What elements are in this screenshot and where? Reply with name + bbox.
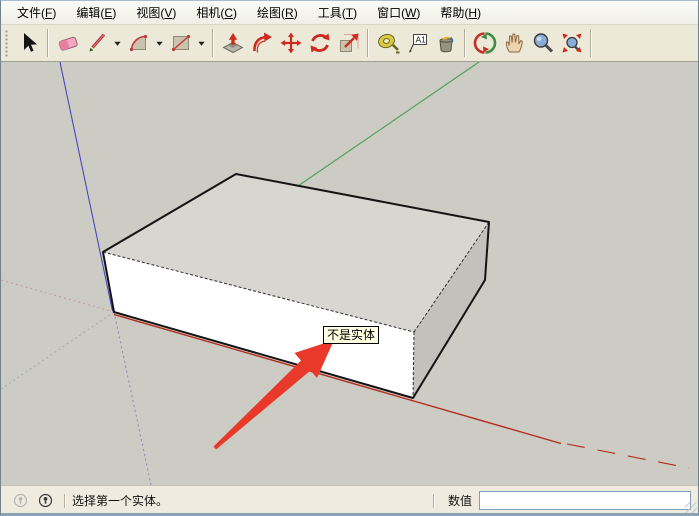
menu-item-F[interactable]: 文件(F) [9, 2, 64, 23]
tape-measure-tool-button[interactable] [373, 28, 402, 58]
line-tool-icon [85, 31, 109, 55]
toolbar-grip-handle[interactable] [5, 29, 10, 57]
svg-text:A1: A1 [415, 35, 426, 45]
select-tool-icon [17, 31, 41, 55]
pushpull-tool-button[interactable] [218, 28, 247, 58]
arc-tool-dropdown[interactable] [153, 28, 166, 58]
toolbar-separator [464, 29, 466, 57]
measurement-input[interactable] [479, 491, 691, 510]
menu-item-V[interactable]: 视图(V) [128, 2, 184, 23]
status-separator [64, 493, 66, 508]
rotate-tool-icon [308, 31, 332, 55]
green-axis-negative [1, 311, 115, 390]
move-tool-icon [279, 31, 303, 55]
shape-tool-dropdown[interactable] [195, 28, 208, 58]
zoom-extents-tool-button[interactable] [557, 28, 586, 58]
status-separator [432, 493, 435, 508]
zoom-tool-button[interactable] [528, 28, 557, 58]
pan-tool-button[interactable] [499, 28, 528, 58]
window-resize-grip[interactable] [685, 502, 697, 513]
menu-item-E[interactable]: 编辑(E) [68, 2, 124, 23]
chevron-down-icon [197, 39, 206, 48]
followme-tool-icon [250, 31, 274, 55]
toolbar-separator [590, 29, 592, 57]
blue-axis [59, 62, 113, 312]
paint-bucket-tool-button[interactable] [431, 28, 460, 58]
chevron-down-icon [155, 39, 164, 48]
text-tool-button[interactable]: A1 [402, 28, 431, 58]
scale-tool-button[interactable] [334, 28, 363, 58]
pushpull-tool-icon [221, 31, 245, 55]
menu-bar: 文件(F) 编辑(E) 视图(V) 相机(C) 绘图(R) 工具(T) 窗口(W) 帮助(H) [1, 1, 698, 25]
zoom-extents-tool-icon [560, 31, 584, 55]
orbit-tool-button[interactable] [470, 28, 499, 58]
rotate-tool-button[interactable] [305, 28, 334, 58]
viewport-canvas[interactable]: 不是实体 [1, 62, 698, 485]
shape-tool-icon [169, 31, 193, 55]
status-bar: 选择第一个实体。 数值 [1, 485, 698, 513]
menu-item-H[interactable]: 帮助(H) [432, 2, 489, 23]
measurement-label: 数值 [447, 494, 472, 508]
toolbar: A1 [1, 25, 698, 62]
scale-tool-icon [337, 31, 361, 55]
toolbar-separator [367, 29, 369, 57]
menu-item-W[interactable]: 窗口(W) [369, 2, 428, 23]
model-scene [1, 62, 690, 485]
toolbar-separator [47, 29, 49, 57]
eraser-tool-button[interactable] [53, 28, 82, 58]
tape-measure-tool-icon [376, 31, 400, 55]
status-help-icon[interactable] [13, 493, 28, 508]
measurement-box: 数值 [427, 491, 691, 510]
zoom-tool-icon [531, 31, 555, 55]
red-axis-far-dashed [566, 443, 690, 469]
arc-tool-icon [127, 31, 151, 55]
eraser-tool-icon [56, 31, 80, 55]
line-tool-dropdown[interactable] [111, 28, 124, 58]
toolbar-separator [212, 29, 214, 57]
move-tool-button[interactable] [276, 28, 305, 58]
followme-tool-button[interactable] [247, 28, 276, 58]
blue-axis-negative [113, 311, 152, 485]
pan-tool-icon [502, 31, 526, 55]
status-message: 选择第一个实体。 [72, 494, 169, 508]
orbit-tool-icon [473, 31, 497, 55]
red-axis-negative [1, 279, 115, 313]
text-tool-icon: A1 [405, 31, 429, 55]
line-tool-button[interactable] [82, 28, 111, 58]
select-tool-button[interactable] [14, 28, 43, 58]
shape-tool-button[interactable] [166, 28, 195, 58]
status-info-icon[interactable] [38, 493, 53, 508]
arc-tool-button[interactable] [124, 28, 153, 58]
menu-item-C[interactable]: 相机(C) [188, 2, 245, 23]
menu-item-T[interactable]: 工具(T) [310, 2, 365, 23]
menu-item-R[interactable]: 绘图(R) [249, 2, 306, 23]
sketchup-window: 文件(F) 编辑(E) 视图(V) 相机(C) 绘图(R) 工具(T) 窗口(W) 帮助(H)… [0, 0, 699, 516]
chevron-down-icon [113, 39, 122, 48]
paint-bucket-tool-icon [434, 31, 458, 55]
status-tooltip: 不是实体 [323, 326, 380, 344]
